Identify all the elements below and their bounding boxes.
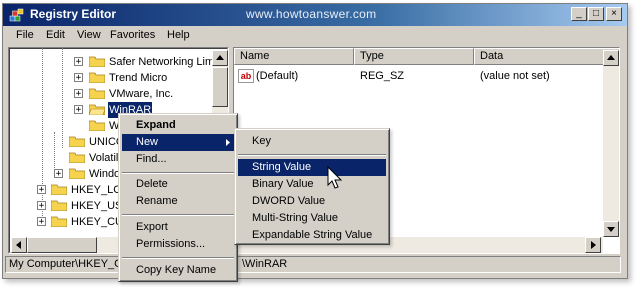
folder-icon: [51, 216, 67, 227]
tree-item-label: Windo: [89, 168, 121, 180]
folder-icon: [51, 184, 67, 195]
menu-separator: [122, 214, 234, 216]
scroll-left-arrow-icon: [16, 241, 21, 249]
menu-favorites[interactable]: Favorites: [110, 29, 155, 41]
folder-icon: [69, 136, 85, 147]
context-menu-find[interactable]: Find...: [122, 151, 234, 168]
context-menu-copy-key-name[interactable]: Copy Key Name: [122, 262, 234, 279]
submenu-string-value[interactable]: String Value: [238, 159, 386, 176]
scroll-up-arrow-icon: [216, 55, 224, 60]
value-type: REG_SZ: [360, 70, 405, 82]
scroll-up-arrow-icon: [607, 55, 615, 60]
menu-separator: [122, 172, 234, 174]
column-header-data[interactable]: Data: [474, 48, 619, 65]
close-icon: ×: [611, 8, 617, 19]
status-bar: My Computer\HKEY_C \WinRAR: [5, 256, 621, 273]
value-name: (Default): [256, 70, 299, 82]
expand-toggle-icon[interactable]: +: [37, 217, 46, 227]
new-submenu: Key String Value Binary Value DWORD Valu…: [234, 128, 390, 245]
menu-separator: [238, 154, 386, 156]
expand-toggle-icon[interactable]: +: [37, 185, 46, 195]
title-bar[interactable]: Registry Editor www.howtoanswer.com _ □ …: [3, 4, 627, 26]
registry-editor-app-icon: [9, 8, 24, 22]
table-row[interactable]: ab (Default) REG_SZ (value not set): [238, 69, 618, 85]
scroll-down-arrow-icon: [607, 227, 615, 232]
folder-icon: [89, 120, 105, 131]
open-folder-icon: [89, 104, 105, 115]
context-menu-expand[interactable]: Expand: [122, 117, 234, 134]
folder-icon: [69, 152, 85, 163]
menu-file[interactable]: File: [16, 29, 34, 41]
context-menu: Expand New Find... Delete Rename Export …: [118, 113, 238, 282]
context-menu-new-label: New: [136, 136, 159, 148]
tree-item-label: Volatil: [89, 152, 119, 164]
expand-toggle-icon[interactable]: +: [37, 201, 46, 211]
column-header-name[interactable]: Name: [234, 48, 354, 65]
submenu-dword-value[interactable]: DWORD Value: [238, 193, 386, 210]
expand-toggle-icon[interactable]: +: [74, 57, 83, 67]
menu-help[interactable]: Help: [167, 29, 190, 41]
scroll-up-button[interactable]: [212, 50, 228, 66]
scroll-right-button[interactable]: [585, 237, 601, 253]
menu-bar: File Edit View Favorites Help: [3, 27, 627, 45]
scroll-thumb[interactable]: [27, 237, 97, 253]
tree-connector: [54, 132, 55, 172]
expand-toggle-icon[interactable]: +: [54, 169, 63, 179]
folder-icon: [89, 72, 105, 83]
expand-toggle-icon[interactable]: +: [74, 105, 83, 115]
mouse-pointer-icon: [327, 166, 343, 189]
status-path-right: \WinRAR: [242, 258, 288, 270]
close-button[interactable]: ×: [606, 7, 622, 21]
folder-icon: [51, 200, 67, 211]
scroll-up-button[interactable]: [603, 50, 619, 66]
value-data: (value not set): [480, 70, 550, 82]
scroll-thumb[interactable]: [212, 67, 228, 107]
column-header-type[interactable]: Type: [354, 48, 474, 65]
submenu-binary-value[interactable]: Binary Value: [238, 176, 386, 193]
watermark-text: www.howtoanswer.com: [246, 7, 377, 21]
submenu-expandable-string-value[interactable]: Expandable String Value: [238, 227, 386, 244]
context-menu-rename[interactable]: Rename: [122, 193, 234, 210]
scroll-left-button[interactable]: [11, 237, 27, 253]
scroll-down-button[interactable]: [603, 221, 619, 237]
tree-item-label: Trend Micro: [109, 72, 168, 84]
expand-toggle-icon[interactable]: +: [74, 73, 83, 83]
status-path-left: My Computer\HKEY_C: [9, 258, 123, 270]
submenu-key[interactable]: Key: [238, 133, 386, 150]
tree-item-label: VMware, Inc.: [109, 88, 174, 100]
folder-icon: [89, 56, 105, 67]
minimize-icon: _: [576, 8, 582, 19]
scroll-right-arrow-icon: [591, 241, 596, 249]
list-vertical-scrollbar[interactable]: [603, 50, 619, 237]
folder-icon: [89, 88, 105, 99]
window-title: Registry Editor: [30, 7, 117, 21]
tree-connector: [62, 48, 63, 148]
submenu-arrow-icon: [226, 139, 230, 146]
folder-icon: [69, 168, 85, 179]
maximize-button[interactable]: □: [588, 7, 604, 21]
menu-edit[interactable]: Edit: [46, 29, 65, 41]
menu-view[interactable]: View: [77, 29, 101, 41]
tree-item-label: HKEY_CU: [71, 216, 123, 228]
context-menu-new[interactable]: New: [122, 134, 234, 151]
context-menu-permissions[interactable]: Permissions...: [122, 236, 234, 253]
menu-separator: [122, 257, 234, 259]
minimize-button[interactable]: _: [571, 7, 587, 21]
expand-toggle-icon[interactable]: +: [74, 89, 83, 99]
tree-item-label: Safer Networking Lim: [109, 56, 215, 68]
context-menu-delete[interactable]: Delete: [122, 176, 234, 193]
context-menu-export[interactable]: Export: [122, 219, 234, 236]
string-value-icon: ab: [238, 69, 254, 83]
maximize-icon: □: [592, 8, 600, 19]
submenu-multi-string-value[interactable]: Multi-String Value: [238, 210, 386, 227]
